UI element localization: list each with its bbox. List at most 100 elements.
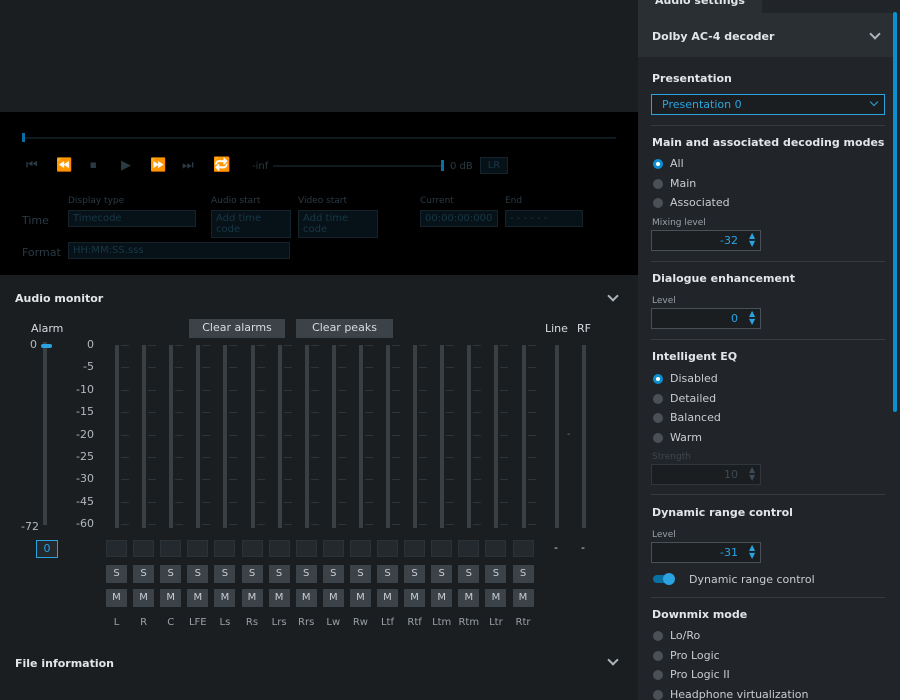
radio-button[interactable] (653, 413, 663, 423)
radio-button[interactable] (653, 198, 663, 208)
format-select[interactable]: HH:MM:SS.sss (68, 242, 290, 259)
channel-peak-box[interactable] (322, 540, 344, 557)
solo-button[interactable]: S (241, 565, 263, 583)
spinner-arrows-icon[interactable]: ▲ ▼ (749, 544, 755, 560)
radio-button[interactable] (653, 689, 663, 700)
radio-button[interactable] (653, 393, 663, 404)
solo-button[interactable]: S (268, 565, 290, 583)
solo-button[interactable]: S (512, 565, 534, 583)
spinner-arrows-icon[interactable]: ▲ ▼ (749, 466, 755, 482)
radio-button[interactable] (653, 159, 663, 169)
radio-button[interactable] (653, 178, 663, 189)
mute-button[interactable]: M (106, 589, 127, 607)
mute-button[interactable]: M (241, 589, 263, 607)
channel-peak-box[interactable] (214, 540, 236, 557)
skip-start-icon[interactable]: ⏮ (26, 158, 38, 173)
dialogue-level-spinner[interactable]: 0 (651, 308, 761, 329)
clear-alarms-button[interactable]: Clear alarms (189, 319, 285, 338)
mute-button[interactable]: M (133, 589, 155, 607)
channel-peak-box[interactable] (458, 540, 480, 557)
drc-toggle[interactable] (653, 573, 675, 585)
loop-icon[interactable]: 🔁 (213, 157, 230, 173)
stop-icon[interactable]: ⏹ (90, 158, 97, 173)
video-start-field[interactable]: Add time code (298, 210, 378, 238)
chevron-down-icon[interactable] (607, 654, 619, 666)
end-time-field[interactable]: - - - - - - (505, 210, 583, 227)
clear-peaks-button[interactable]: Clear peaks (296, 319, 393, 338)
rewind-icon[interactable]: ⏪ (56, 158, 72, 173)
mute-button[interactable]: M (295, 589, 317, 607)
drc-level-spinner[interactable]: -31 (651, 542, 761, 563)
mute-button[interactable]: M (349, 589, 371, 607)
mute-button[interactable]: M (458, 589, 480, 607)
mute-button[interactable]: M (187, 589, 209, 607)
chevron-down-icon[interactable] (869, 28, 881, 40)
radio-button[interactable] (653, 374, 663, 384)
mixing-level-spinner[interactable]: -32 (651, 230, 761, 251)
solo-button[interactable]: S (404, 565, 426, 583)
radio-button[interactable] (653, 631, 663, 641)
solo-button[interactable]: S (349, 565, 371, 583)
current-time-field[interactable]: 00:00:00:000 (420, 210, 498, 227)
alarm-slider-handle[interactable] (41, 344, 52, 348)
fast-forward-icon[interactable]: ⏩ (150, 158, 166, 173)
spinner-arrows-icon[interactable]: ▲ ▼ (749, 310, 755, 326)
volume-handle[interactable] (441, 160, 444, 171)
mute-button[interactable]: M (377, 589, 398, 607)
mute-button[interactable]: M (485, 589, 507, 607)
channel-peak-box[interactable] (485, 540, 507, 557)
chevron-down-icon[interactable] (607, 290, 619, 302)
channel-peak-box[interactable] (241, 540, 263, 557)
mute-button[interactable]: M (268, 589, 290, 607)
tab-audio-settings[interactable]: Audio settings (638, 0, 762, 13)
solo-button[interactable]: S (431, 565, 453, 583)
channel-peak-box[interactable] (431, 540, 453, 557)
seek-bar[interactable] (22, 137, 616, 139)
decoder-header[interactable]: Dolby AC-4 decoder (638, 13, 894, 57)
meter-tick (500, 501, 509, 503)
solo-button[interactable]: S (295, 565, 317, 583)
skip-end-icon[interactable]: ⏭ (182, 158, 194, 173)
scrollbar[interactable] (893, 12, 897, 412)
solo-button[interactable]: S (160, 565, 182, 583)
solo-button[interactable]: S (106, 565, 127, 583)
solo-button[interactable]: S (214, 565, 236, 583)
channel-peak-box[interactable] (106, 540, 127, 557)
seek-handle[interactable] (22, 133, 25, 142)
mute-button[interactable]: M (431, 589, 453, 607)
solo-button[interactable]: S (133, 565, 155, 583)
channel-peak-box[interactable] (404, 540, 426, 557)
channel-peak-box[interactable] (512, 540, 534, 557)
mute-button[interactable]: M (512, 589, 534, 607)
meter-tick (364, 524, 373, 526)
solo-button[interactable]: S (322, 565, 344, 583)
mute-button[interactable]: M (404, 589, 426, 607)
channel-peak-box[interactable] (160, 540, 182, 557)
audio-start-field[interactable]: Add time code (211, 210, 291, 238)
alarm-slider[interactable] (43, 342, 47, 525)
mute-button[interactable]: M (160, 589, 182, 607)
spinner-arrows-icon[interactable]: ▲ ▼ (749, 232, 755, 248)
presentation-select[interactable]: Presentation 0 (651, 94, 885, 115)
channel-peak-box[interactable] (133, 540, 155, 557)
mute-button[interactable]: M (214, 589, 236, 607)
lr-badge[interactable]: LR (480, 157, 508, 174)
channel-peak-box[interactable] (268, 540, 290, 557)
channel-peak-box[interactable] (377, 540, 398, 557)
strength-spinner[interactable]: 10 (651, 464, 761, 485)
radio-button[interactable] (653, 650, 663, 661)
solo-button[interactable]: S (458, 565, 480, 583)
alarm-value-field[interactable]: 0 (36, 540, 58, 558)
volume-slider[interactable] (273, 165, 443, 167)
solo-button[interactable]: S (485, 565, 507, 583)
channel-peak-box[interactable] (295, 540, 317, 557)
channel-peak-box[interactable] (187, 540, 209, 557)
radio-button[interactable] (653, 432, 663, 443)
solo-button[interactable]: S (377, 565, 398, 583)
display-type-select[interactable]: Timecode (68, 210, 196, 227)
mute-button[interactable]: M (322, 589, 344, 607)
radio-button[interactable] (653, 670, 663, 680)
channel-peak-box[interactable] (349, 540, 371, 557)
play-icon[interactable]: ▶ (121, 158, 131, 173)
solo-button[interactable]: S (187, 565, 209, 583)
